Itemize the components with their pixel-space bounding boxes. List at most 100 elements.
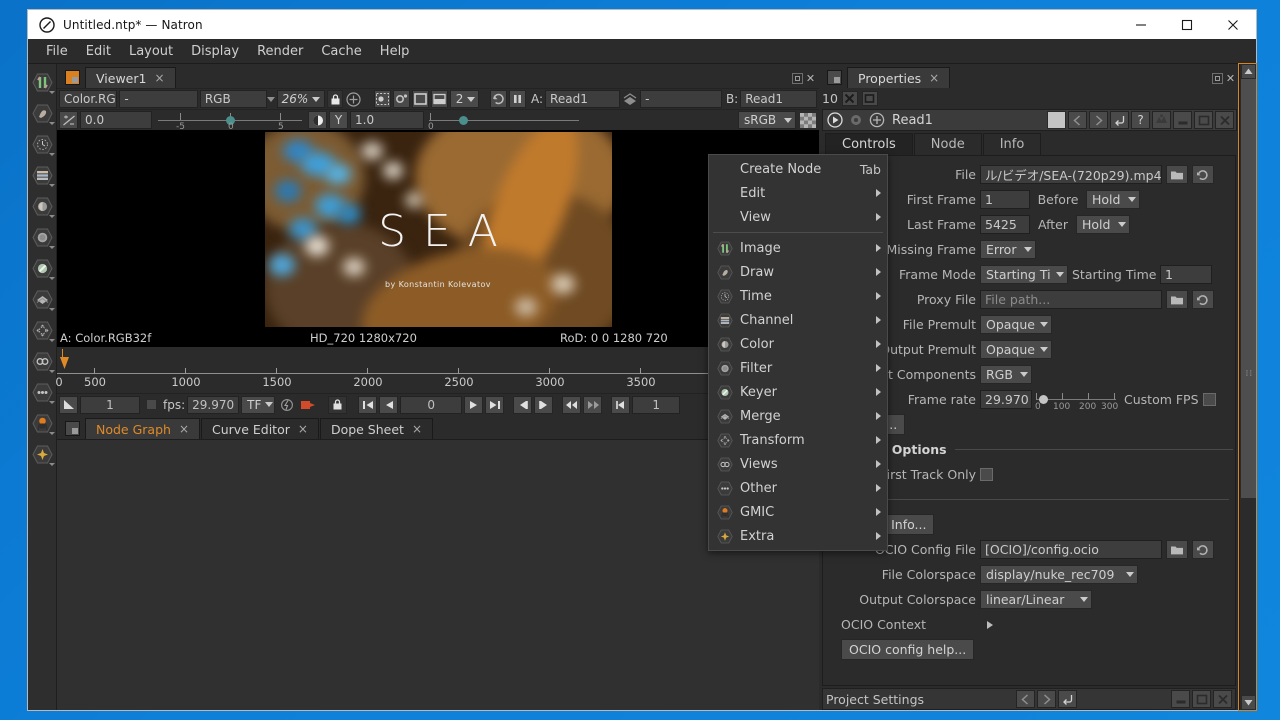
first-frame-value[interactable]: 1 — [980, 190, 1030, 209]
gamma-slider-knob[interactable] — [459, 115, 468, 125]
context-menu-item-extra[interactable]: Extra — [709, 524, 887, 548]
ocio-config-help-button[interactable]: OCIO config help... — [841, 639, 975, 660]
auto-contrast-icon[interactable] — [308, 111, 327, 129]
timeline-ruler[interactable]: 0 500 1000 1500 2000 2500 3000 3500 4000 — [55, 347, 819, 393]
full-frame-icon[interactable] — [430, 90, 448, 108]
channel-toolbutton[interactable] — [29, 160, 56, 190]
alpha-channel-selector[interactable]: - — [119, 90, 198, 108]
hide-unmodified-icon[interactable] — [1152, 111, 1171, 129]
context-menu-item-views[interactable]: Views — [709, 452, 887, 476]
context-menu-item-channel[interactable]: Channel — [709, 308, 887, 332]
color-toolbutton[interactable] — [29, 191, 56, 221]
time-toolbutton[interactable] — [29, 129, 56, 159]
fps-input[interactable]: 29.970 — [187, 395, 240, 414]
record-icon[interactable] — [298, 396, 317, 414]
tab-properties-close-icon[interactable]: × — [929, 71, 939, 85]
output-premult-selector[interactable]: Opaque — [980, 340, 1052, 359]
keyer-toolbutton[interactable] — [29, 253, 56, 283]
views-toolbutton[interactable] — [29, 346, 56, 376]
close-icon[interactable] — [1215, 111, 1234, 129]
menu-file[interactable]: File — [37, 41, 77, 62]
viewer-canvas[interactable]: SEA by Konstantin Kolevatov HD_720 — [57, 130, 819, 328]
previous-bookmark-icon[interactable] — [611, 395, 631, 414]
pause-icon[interactable] — [509, 90, 526, 108]
context-menu-item-time[interactable]: Time — [709, 284, 887, 308]
draw-toolbutton[interactable] — [29, 98, 56, 128]
tab-viewer1-close-icon[interactable]: × — [154, 71, 164, 85]
gamma-value-input[interactable]: 1.0 — [350, 111, 424, 129]
menu-render[interactable]: Render — [248, 41, 312, 62]
tab-info[interactable]: Info — [982, 133, 1042, 155]
after-selector[interactable]: Hold — [1076, 215, 1130, 234]
context-menu-item-gmic[interactable]: GMIC — [709, 500, 887, 524]
frame-mode-selector[interactable]: Starting Ti — [980, 265, 1068, 284]
gain-value-input[interactable]: 0.0 — [80, 111, 152, 129]
bottom-pane-menu-button[interactable] — [65, 421, 80, 436]
scrollbar-thumb[interactable] — [1240, 79, 1256, 498]
first-frame-input[interactable]: 1 — [80, 395, 140, 414]
restore-defaults-icon[interactable] — [1110, 111, 1129, 129]
tab-curve-editor[interactable]: Curve Editor × — [201, 418, 319, 439]
channels-chevron-down-icon[interactable] — [266, 96, 275, 102]
skip-to-end-icon[interactable] — [485, 395, 505, 414]
lock-frame-range-icon[interactable] — [328, 395, 348, 414]
output-colorspace-selector[interactable]: linear/Linear — [980, 590, 1092, 609]
viewer-float-pane-icon[interactable] — [792, 73, 803, 84]
menu-edit[interactable]: Edit — [77, 41, 120, 62]
tab-node-graph-close-icon[interactable]: × — [179, 422, 189, 436]
folder-icon[interactable] — [1166, 165, 1188, 184]
folder-icon[interactable] — [1166, 540, 1188, 559]
timecode-mode-selector[interactable]: TF — [241, 395, 276, 414]
project-previous-icon[interactable] — [1016, 690, 1036, 708]
display-channels-selector[interactable]: RGB — [199, 90, 267, 108]
ocio-config-file-input[interactable]: [OCIO]/config.ocio — [980, 540, 1162, 559]
menu-display[interactable]: Display — [182, 41, 248, 62]
wipe-operator-icon[interactable] — [622, 90, 638, 108]
properties-close-pane-icon[interactable]: ✕ — [1225, 73, 1236, 84]
region-of-interest-icon[interactable] — [373, 90, 391, 108]
scroll-down-arrow-icon[interactable] — [1240, 695, 1256, 710]
proxy-file-input[interactable]: File path... — [980, 290, 1162, 309]
window-maximize-button[interactable] — [1164, 10, 1210, 39]
prev-increment-icon[interactable] — [513, 395, 533, 414]
tab-node[interactable]: Node — [913, 133, 982, 155]
context-menu-item-filter[interactable]: Filter — [709, 356, 887, 380]
next-keyframe-icon[interactable] — [583, 395, 603, 414]
gamma-slider[interactable]: 0 — [428, 111, 579, 132]
image-toolbutton[interactable] — [29, 67, 56, 97]
clip-to-project-icon[interactable] — [411, 90, 429, 108]
folder-icon[interactable] — [1166, 290, 1188, 309]
file-colorspace-selector[interactable]: display/nuke_rec709 — [980, 565, 1138, 584]
float-icon[interactable] — [1194, 111, 1213, 129]
frame-rate-slider[interactable]: 0 100 200 300 — [1035, 391, 1118, 412]
input-a-selector[interactable]: Read1 — [545, 90, 621, 108]
project-close-icon[interactable] — [1213, 690, 1233, 708]
context-menu-item-edit[interactable]: Edit — [709, 181, 887, 205]
reload-icon[interactable] — [1192, 540, 1214, 559]
viewer-colorspace-selector[interactable]: sRGB — [738, 111, 796, 129]
viewer-pane-menu-button[interactable] — [65, 70, 80, 85]
step-back-icon[interactable] — [379, 395, 399, 414]
gmic-toolbutton[interactable] — [29, 408, 56, 438]
zoom-fit-icon[interactable] — [345, 90, 362, 108]
turbo-mode-icon[interactable] — [277, 396, 296, 414]
context-menu-item-view[interactable]: View — [709, 205, 887, 229]
clear-all-panels-icon[interactable] — [841, 90, 858, 106]
context-menu-item-transform[interactable]: Transform — [709, 428, 887, 452]
scroll-up-arrow-icon[interactable] — [1240, 64, 1256, 79]
context-menu-item-other[interactable]: Other — [709, 476, 887, 500]
properties-float-pane-icon[interactable] — [1212, 73, 1223, 84]
project-float-icon[interactable] — [1192, 690, 1212, 708]
tab-controls[interactable]: Controls — [825, 133, 913, 155]
input-b-selector[interactable]: Read1 — [740, 90, 817, 108]
menu-layout[interactable]: Layout — [120, 41, 182, 62]
timeline-playhead-icon[interactable] — [60, 357, 71, 373]
expand-arrow-icon[interactable] — [825, 111, 844, 129]
menu-help[interactable]: Help — [371, 41, 419, 62]
next-icon[interactable] — [1089, 111, 1108, 129]
reload-icon[interactable] — [1192, 165, 1214, 184]
file-premult-selector[interactable]: Opaque — [980, 315, 1052, 334]
tab-properties[interactable]: Properties × — [847, 67, 951, 88]
tab-viewer1[interactable]: Viewer1 × — [85, 67, 176, 88]
tab-dope-sheet-close-icon[interactable]: × — [412, 422, 422, 436]
